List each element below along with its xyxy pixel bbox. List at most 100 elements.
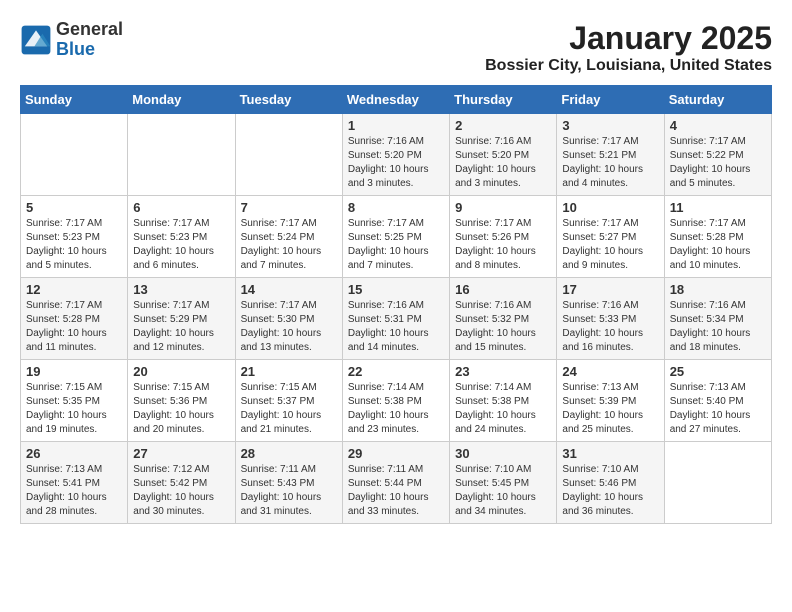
day-info: Sunrise: 7:13 AM Sunset: 5:41 PM Dayligh… bbox=[26, 463, 122, 519]
day-info: Sunrise: 7:14 AM Sunset: 5:38 PM Dayligh… bbox=[455, 381, 551, 437]
logo-blue-text: Blue bbox=[56, 40, 123, 60]
calendar-cell-w2-d5: 9Sunrise: 7:17 AM Sunset: 5:26 PM Daylig… bbox=[450, 196, 557, 278]
day-number: 7 bbox=[241, 200, 337, 215]
weekday-wednesday: Wednesday bbox=[342, 86, 449, 114]
day-info: Sunrise: 7:17 AM Sunset: 5:21 PM Dayligh… bbox=[562, 135, 658, 191]
day-info: Sunrise: 7:17 AM Sunset: 5:22 PM Dayligh… bbox=[670, 135, 766, 191]
day-number: 2 bbox=[455, 118, 551, 133]
day-number: 20 bbox=[133, 364, 229, 379]
weekday-thursday: Thursday bbox=[450, 86, 557, 114]
day-number: 24 bbox=[562, 364, 658, 379]
day-number: 5 bbox=[26, 200, 122, 215]
day-number: 17 bbox=[562, 282, 658, 297]
calendar-cell-w5-d3: 28 Sunrise: 7:11 AM Sunset: 5:43 PM Dayli… bbox=[235, 442, 342, 524]
calendar-cell-w2-d2: 6 Sunrise: 7:17 AM Sunset: 5:23 PM Daylig… bbox=[128, 196, 235, 278]
weekday-monday: Monday bbox=[128, 86, 235, 114]
day-number: 19 bbox=[26, 364, 122, 379]
day-number: 26 bbox=[26, 446, 122, 461]
day-number: 16 bbox=[455, 282, 551, 297]
calendar-cell-w4-d3: 21 Sunrise: 7:15 AM Sunset: 5:37 PM Dayli… bbox=[235, 360, 342, 442]
day-number: 30 bbox=[455, 446, 551, 461]
day-info: Sunrise: 7:17 AM Sunset: 5:23 PM Dayligh… bbox=[26, 217, 122, 273]
calendar-cell-w3-d7: 18 Sunrise: 7:16 AM Sunset: 5:34 PM Dayli… bbox=[664, 278, 771, 360]
day-info: Sunrise: 7:17 AM Sunset: 5:28 PM Dayligh… bbox=[670, 217, 766, 273]
calendar-cell-w1-d7: 4Sunrise: 7:17 AM Sunset: 5:22 PM Daylig… bbox=[664, 114, 771, 196]
day-number: 14 bbox=[241, 282, 337, 297]
calendar-cell-w4-d4: 22 Sunrise: 7:14 AM Sunset: 5:38 PM Dayli… bbox=[342, 360, 449, 442]
logo-icon bbox=[20, 24, 52, 56]
day-number: 1 bbox=[348, 118, 444, 133]
logo-text: General Blue bbox=[56, 20, 123, 60]
calendar-cell-w2-d1: 5 Sunrise: 7:17 AM Sunset: 5:23 PM Daylig… bbox=[21, 196, 128, 278]
day-info: Sunrise: 7:16 AM Sunset: 5:20 PM Dayligh… bbox=[455, 135, 551, 191]
day-number: 23 bbox=[455, 364, 551, 379]
day-info: Sunrise: 7:13 AM Sunset: 5:40 PM Dayligh… bbox=[670, 381, 766, 437]
calendar-cell-w5-d6: 31 Sunrise: 7:10 AM Sunset: 5:46 PM Dayli… bbox=[557, 442, 664, 524]
day-info: Sunrise: 7:17 AM Sunset: 5:23 PM Dayligh… bbox=[133, 217, 229, 273]
location-title: Bossier City, Louisiana, United States bbox=[485, 57, 772, 75]
day-number: 25 bbox=[670, 364, 766, 379]
calendar-cell-w5-d7 bbox=[664, 442, 771, 524]
calendar-cell-w5-d4: 29 Sunrise: 7:11 AM Sunset: 5:44 PM Dayli… bbox=[342, 442, 449, 524]
calendar-cell-w2-d6: 10 Sunrise: 7:17 AM Sunset: 5:27 PM Dayli… bbox=[557, 196, 664, 278]
logo: General Blue bbox=[20, 20, 123, 60]
day-number: 18 bbox=[670, 282, 766, 297]
month-title: January 2025 bbox=[485, 20, 772, 57]
day-number: 12 bbox=[26, 282, 122, 297]
day-number: 11 bbox=[670, 200, 766, 215]
calendar-cell-w2-d4: 8 Sunrise: 7:17 AM Sunset: 5:25 PM Daylig… bbox=[342, 196, 449, 278]
calendar-cell-w2-d7: 11 Sunrise: 7:17 AM Sunset: 5:28 PM Dayli… bbox=[664, 196, 771, 278]
calendar-cell-w4-d7: 25 Sunrise: 7:13 AM Sunset: 5:40 PM Dayli… bbox=[664, 360, 771, 442]
day-number: 28 bbox=[241, 446, 337, 461]
week-row-3: 12 Sunrise: 7:17 AM Sunset: 5:28 PM Dayli… bbox=[21, 278, 772, 360]
day-info: Sunrise: 7:16 AM Sunset: 5:34 PM Dayligh… bbox=[670, 299, 766, 355]
day-number: 10 bbox=[562, 200, 658, 215]
weekday-saturday: Saturday bbox=[664, 86, 771, 114]
week-row-5: 26 Sunrise: 7:13 AM Sunset: 5:41 PM Dayli… bbox=[21, 442, 772, 524]
calendar-cell-w3-d4: 15Sunrise: 7:16 AM Sunset: 5:31 PM Dayli… bbox=[342, 278, 449, 360]
calendar-cell-w3-d1: 12 Sunrise: 7:17 AM Sunset: 5:28 PM Dayli… bbox=[21, 278, 128, 360]
day-number: 8 bbox=[348, 200, 444, 215]
day-info: Sunrise: 7:17 AM Sunset: 5:30 PM Dayligh… bbox=[241, 299, 337, 355]
calendar-cell-w1-d5: 2 Sunrise: 7:16 AM Sunset: 5:20 PM Daylig… bbox=[450, 114, 557, 196]
day-info: Sunrise: 7:17 AM Sunset: 5:29 PM Dayligh… bbox=[133, 299, 229, 355]
day-number: 9 bbox=[455, 200, 551, 215]
calendar-cell-w4-d2: 20Sunrise: 7:15 AM Sunset: 5:36 PM Dayli… bbox=[128, 360, 235, 442]
calendar-cell-w1-d6: 3 Sunrise: 7:17 AM Sunset: 5:21 PM Daylig… bbox=[557, 114, 664, 196]
day-info: Sunrise: 7:14 AM Sunset: 5:38 PM Dayligh… bbox=[348, 381, 444, 437]
day-info: Sunrise: 7:11 AM Sunset: 5:43 PM Dayligh… bbox=[241, 463, 337, 519]
calendar-cell-w3-d3: 14 Sunrise: 7:17 AM Sunset: 5:30 PM Dayli… bbox=[235, 278, 342, 360]
day-number: 21 bbox=[241, 364, 337, 379]
page-header: General Blue January 2025 Bossier City, … bbox=[20, 20, 772, 75]
day-number: 15 bbox=[348, 282, 444, 297]
logo-general-text: General bbox=[56, 20, 123, 40]
day-info: Sunrise: 7:17 AM Sunset: 5:27 PM Dayligh… bbox=[562, 217, 658, 273]
weekday-sunday: Sunday bbox=[21, 86, 128, 114]
day-info: Sunrise: 7:10 AM Sunset: 5:46 PM Dayligh… bbox=[562, 463, 658, 519]
calendar-cell-w1-d1 bbox=[21, 114, 128, 196]
day-info: Sunrise: 7:17 AM Sunset: 5:28 PM Dayligh… bbox=[26, 299, 122, 355]
calendar-table: SundayMondayTuesdayWednesdayThursdayFrid… bbox=[20, 85, 772, 524]
day-info: Sunrise: 7:13 AM Sunset: 5:39 PM Dayligh… bbox=[562, 381, 658, 437]
day-number: 13 bbox=[133, 282, 229, 297]
day-info: Sunrise: 7:15 AM Sunset: 5:37 PM Dayligh… bbox=[241, 381, 337, 437]
day-number: 22 bbox=[348, 364, 444, 379]
day-number: 6 bbox=[133, 200, 229, 215]
day-info: Sunrise: 7:11 AM Sunset: 5:44 PM Dayligh… bbox=[348, 463, 444, 519]
calendar-cell-w5-d2: 27Sunrise: 7:12 AM Sunset: 5:42 PM Dayli… bbox=[128, 442, 235, 524]
calendar-cell-w5-d1: 26 Sunrise: 7:13 AM Sunset: 5:41 PM Dayli… bbox=[21, 442, 128, 524]
weekday-header-row: SundayMondayTuesdayWednesdayThursdayFrid… bbox=[21, 86, 772, 114]
day-number: 31 bbox=[562, 446, 658, 461]
calendar-cell-w1-d4: 1Sunrise: 7:16 AM Sunset: 5:20 PM Daylig… bbox=[342, 114, 449, 196]
day-info: Sunrise: 7:16 AM Sunset: 5:33 PM Dayligh… bbox=[562, 299, 658, 355]
day-info: Sunrise: 7:12 AM Sunset: 5:42 PM Dayligh… bbox=[133, 463, 229, 519]
day-number: 29 bbox=[348, 446, 444, 461]
calendar-cell-w5-d5: 30 Sunrise: 7:10 AM Sunset: 5:45 PM Dayli… bbox=[450, 442, 557, 524]
day-number: 3 bbox=[562, 118, 658, 133]
calendar-cell-w4-d1: 19Sunrise: 7:15 AM Sunset: 5:35 PM Dayli… bbox=[21, 360, 128, 442]
day-info: Sunrise: 7:10 AM Sunset: 5:45 PM Dayligh… bbox=[455, 463, 551, 519]
week-row-4: 19Sunrise: 7:15 AM Sunset: 5:35 PM Dayli… bbox=[21, 360, 772, 442]
week-row-2: 5 Sunrise: 7:17 AM Sunset: 5:23 PM Daylig… bbox=[21, 196, 772, 278]
week-row-1: 1 Sunrise: 7:16 AM Sunset: 5:20 PM Daylig… bbox=[21, 114, 772, 196]
day-info: Sunrise: 7:17 AM Sunset: 5:25 PM Dayligh… bbox=[348, 217, 444, 273]
